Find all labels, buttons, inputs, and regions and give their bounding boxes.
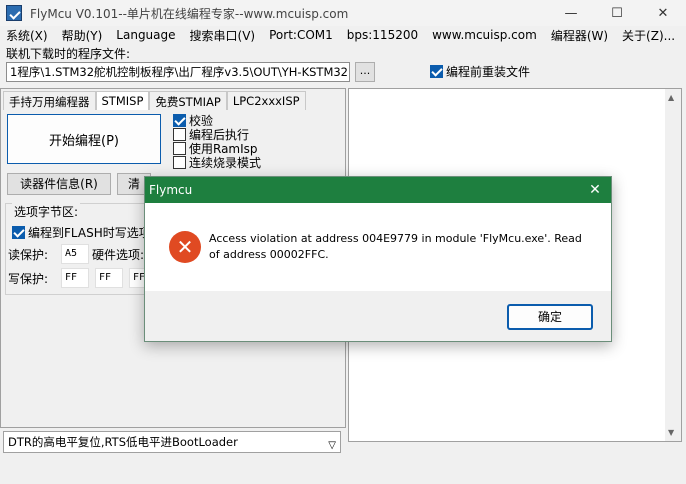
- maximize-button[interactable]: ☐: [594, 0, 640, 26]
- app-icon: [6, 5, 22, 21]
- run-after-checkbox[interactable]: [173, 127, 186, 141]
- boot-mode-value: DTR的高电平复位,RTS低电平进BootLoader: [8, 435, 238, 449]
- write-protect-field[interactable]: FF: [61, 268, 89, 288]
- read-device-info-button[interactable]: 读器件信息(R): [7, 173, 111, 195]
- program-options: 校验 编程后执行 使用RamIsp 连续烧录模式: [173, 113, 262, 170]
- log-scrollbar[interactable]: ▲ ▼: [665, 89, 681, 441]
- window-title: FlyMcu V0.101--单片机在线编程专家--www.mcuisp.com: [30, 6, 349, 21]
- dialog-title: Flymcu: [149, 183, 193, 197]
- chevron-down-icon: ▽: [328, 440, 336, 451]
- continuous-checkbox[interactable]: [173, 155, 186, 169]
- dialog-titlebar: Flymcu ✕: [145, 177, 611, 203]
- file-label: 联机下载时的程序文件:: [6, 47, 131, 61]
- scroll-down-icon[interactable]: ▼: [668, 428, 674, 437]
- reload-checkbox[interactable]: [430, 65, 443, 78]
- menu-bar: 系统(X) 帮助(Y) Language 搜索串口(V) Port:COM1 b…: [0, 26, 686, 44]
- boot-mode-select[interactable]: DTR的高电平复位,RTS低电平进BootLoader ▽: [3, 431, 341, 453]
- read-protect-label: 读保护:: [8, 248, 49, 262]
- browse-button[interactable]: ...: [355, 62, 375, 82]
- continuous-label: 连续烧录模式: [189, 155, 262, 170]
- dialog-close-button[interactable]: ✕: [585, 180, 605, 200]
- option-continuous[interactable]: 连续烧录模式: [173, 155, 262, 170]
- ok-button[interactable]: 确定: [507, 304, 593, 330]
- verify-checkbox[interactable]: [173, 113, 186, 127]
- menu-programmer[interactable]: 编程器(W): [551, 27, 608, 44]
- window-titlebar: FlyMcu V0.101--单片机在线编程专家--www.mcuisp.com…: [0, 0, 686, 26]
- write-protect-label: 写保护:: [8, 272, 49, 286]
- menu-bps[interactable]: bps:115200: [347, 28, 418, 42]
- tab-handheld-programmer[interactable]: 手持万用编程器: [3, 91, 96, 110]
- menu-about[interactable]: 关于(Z)...: [622, 27, 675, 44]
- reload-label: 编程前重装文件: [446, 65, 531, 79]
- option-bytes-title: 选项字节区:: [12, 203, 81, 220]
- reload-before-program-option[interactable]: 编程前重装文件: [430, 63, 530, 80]
- menu-system[interactable]: 系统(X): [6, 27, 48, 44]
- start-programming-button[interactable]: 开始编程(P): [7, 114, 161, 164]
- error-dialog: Flymcu ✕ ✕ Access violation at address 0…: [144, 176, 612, 342]
- error-message: Access violation at address 004E9779 in …: [209, 232, 582, 261]
- tab-stmisp[interactable]: STMISP: [95, 91, 150, 110]
- read-protect-field[interactable]: A5: [61, 244, 89, 264]
- minimize-button[interactable]: —: [548, 0, 594, 26]
- menu-port[interactable]: Port:COM1: [269, 28, 333, 42]
- menu-language[interactable]: Language: [116, 28, 175, 42]
- option-bytes-group: 选项字节区: 编程到FLASH时写选项字节 读保护: A5 硬件选项: 写保护:…: [5, 203, 175, 295]
- menu-website[interactable]: www.mcuisp.com: [432, 28, 537, 42]
- hardware-option-label: 硬件选项:: [92, 248, 145, 262]
- menu-search-port[interactable]: 搜索串口(V): [190, 27, 256, 44]
- tab-lpc2xxxisp[interactable]: LPC2xxxISP: [226, 91, 306, 110]
- file-path-field[interactable]: 1程序\1.STM32舵机控制板程序\出厂程序v3.5\OUT\YH-KSTM3…: [6, 62, 350, 82]
- tab-strip: 手持万用编程器 STMISP 免费STMIAP LPC2xxxISP: [3, 91, 306, 111]
- tab-stmiap[interactable]: 免费STMIAP: [149, 91, 227, 110]
- dialog-footer: 确定: [145, 291, 611, 341]
- scroll-up-icon[interactable]: ▲: [668, 93, 674, 102]
- write-option-bytes-checkbox[interactable]: [12, 226, 25, 239]
- error-icon: ✕: [169, 231, 201, 263]
- ramisp-checkbox[interactable]: [173, 141, 186, 155]
- close-button[interactable]: ✕: [640, 0, 686, 26]
- menu-help[interactable]: 帮助(Y): [62, 27, 103, 44]
- write-protect-field[interactable]: FF: [95, 268, 123, 288]
- dialog-body: ✕ Access violation at address 004E9779 i…: [145, 203, 611, 291]
